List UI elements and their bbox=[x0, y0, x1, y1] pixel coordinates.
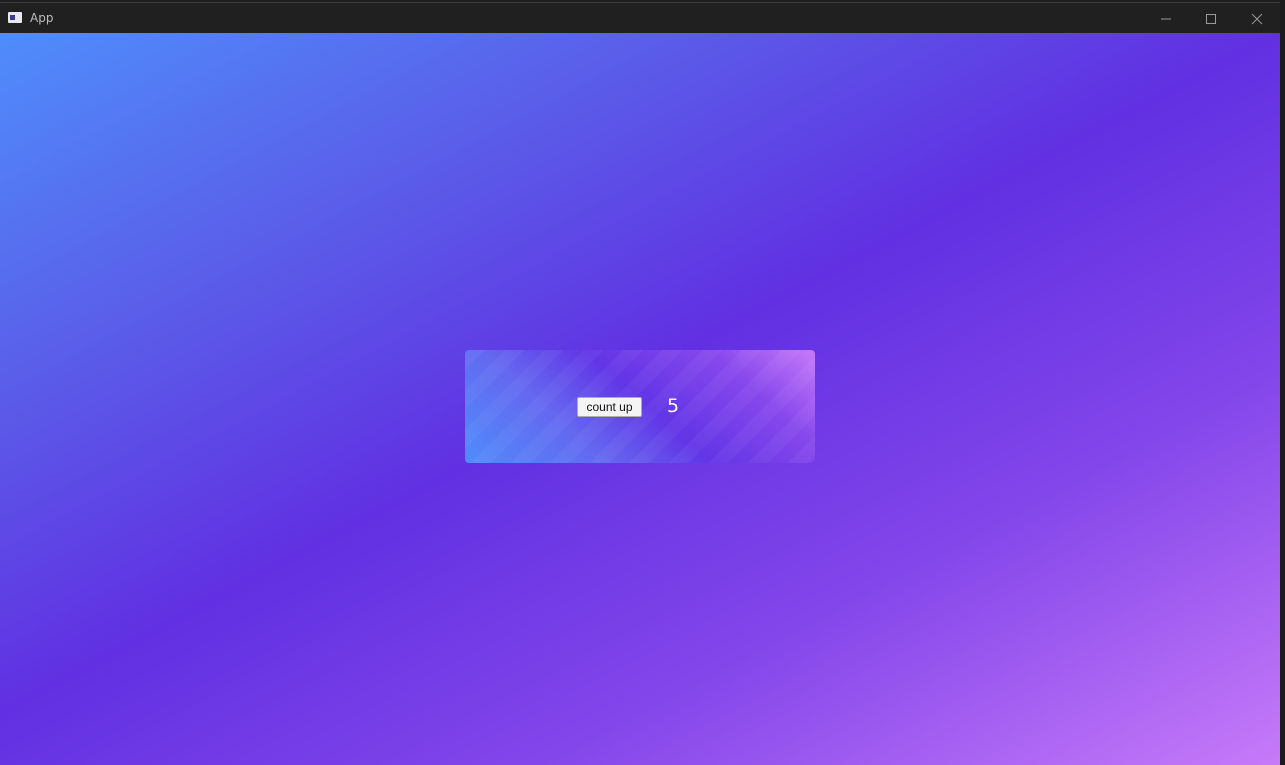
count-value: 5 bbox=[667, 395, 680, 417]
window-edge bbox=[1280, 0, 1285, 765]
window-title: App bbox=[30, 11, 54, 25]
app-background: count up 5 bbox=[0, 33, 1280, 765]
minimize-icon bbox=[1161, 18, 1171, 20]
counter-panel: count up 5 bbox=[465, 350, 815, 463]
app-icon bbox=[8, 12, 22, 23]
close-button[interactable] bbox=[1234, 3, 1280, 34]
count-up-button[interactable]: count up bbox=[577, 397, 642, 417]
app-window: App count up 5 bbox=[0, 0, 1280, 765]
maximize-button[interactable] bbox=[1188, 3, 1234, 34]
maximize-icon bbox=[1206, 14, 1216, 24]
minimize-button[interactable] bbox=[1143, 3, 1189, 34]
title-bar[interactable]: App bbox=[0, 2, 1280, 33]
close-icon bbox=[1251, 13, 1263, 25]
